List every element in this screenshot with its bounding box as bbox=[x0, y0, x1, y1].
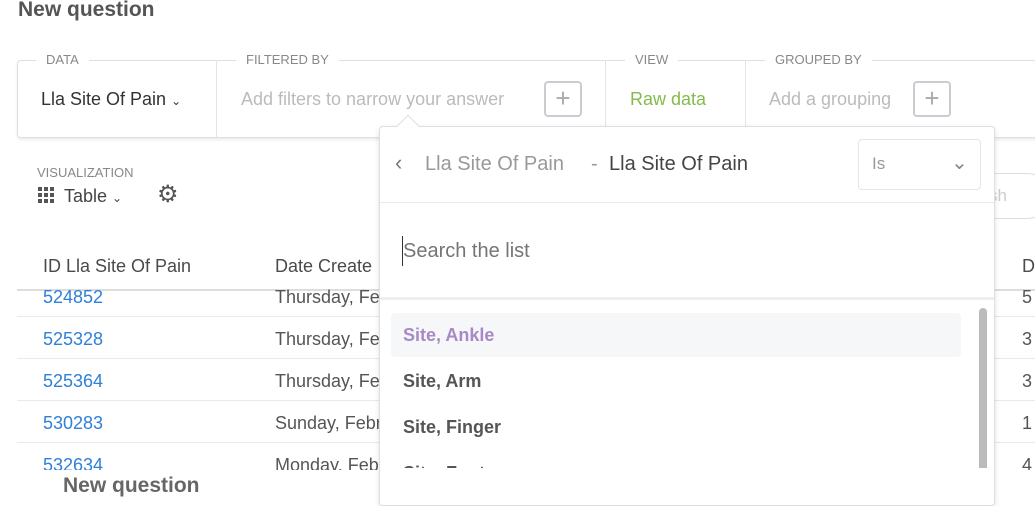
row-id-link[interactable]: 530283 bbox=[43, 413, 103, 434]
row-value: 3 bbox=[1022, 371, 1033, 391]
row-value: 3 bbox=[1022, 329, 1033, 349]
add-grouping-button[interactable]: + bbox=[913, 81, 951, 117]
popover-field-name: Lla Site Of Pain bbox=[609, 153, 748, 175]
popover-separator: - bbox=[591, 153, 598, 175]
add-filter-link[interactable]: Add filters to narrow your answer bbox=[241, 89, 504, 110]
row-id-link[interactable]: 525328 bbox=[43, 329, 103, 350]
view-selector[interactable]: Raw data bbox=[630, 89, 706, 110]
data-label: DATA bbox=[36, 52, 89, 67]
row-id-link[interactable]: 524852 bbox=[43, 287, 103, 308]
operator-select[interactable]: Is ⌄ bbox=[858, 139, 981, 190]
option-item[interactable]: Site, Foot bbox=[391, 451, 961, 468]
column-header-date-created[interactable]: Date Create bbox=[275, 256, 372, 277]
visualization-label: VISUALIZATION bbox=[37, 165, 134, 180]
operator-value: Is bbox=[872, 154, 886, 173]
back-chevron-icon[interactable]: ‹ bbox=[395, 150, 402, 176]
add-filter-button[interactable]: + bbox=[544, 81, 582, 117]
row-value: 5 bbox=[1022, 287, 1033, 307]
filter-label: FILTERED BY bbox=[236, 52, 339, 67]
option-item[interactable]: Site, Arm bbox=[391, 359, 961, 403]
visualization-value: Table bbox=[64, 186, 108, 206]
row-date: Thursday, Fe bbox=[275, 287, 380, 307]
option-item[interactable]: Site, Ankle bbox=[391, 313, 961, 357]
row-id-link[interactable]: 525364 bbox=[43, 371, 103, 392]
chevron-down-icon: ⌄ bbox=[112, 191, 123, 205]
page-title: New question bbox=[18, 0, 155, 21]
data-source-name: Lla Site Of Pain bbox=[41, 89, 167, 109]
row-value: 1 bbox=[1022, 413, 1033, 433]
group-label: GROUPED BY bbox=[765, 52, 872, 67]
chevron-down-icon: ⌄ bbox=[171, 94, 182, 108]
data-source-selector[interactable]: Lla Site Of Pain ⌄ bbox=[41, 89, 181, 110]
option-item[interactable]: Site, Finger bbox=[391, 405, 961, 449]
footer-title: New question bbox=[63, 474, 200, 497]
visualization-selector[interactable]: Table ⌄ bbox=[38, 186, 122, 207]
row-date: Thursday, Fe bbox=[275, 329, 380, 349]
view-label: VIEW bbox=[625, 52, 679, 67]
row-date: Sunday, Febr bbox=[275, 413, 380, 433]
search-list-input[interactable] bbox=[402, 236, 962, 266]
row-date: Thursday, Fe bbox=[275, 371, 380, 391]
gear-icon[interactable]: ⚙ bbox=[157, 180, 179, 209]
column-header-id[interactable]: ID Lla Site Of Pain bbox=[43, 256, 191, 277]
options-list: Site, Ankle Site, Arm Site, Finger Site,… bbox=[380, 300, 994, 468]
chevron-down-icon: ⌄ bbox=[951, 152, 968, 174]
popover-table-name[interactable]: Lla Site Of Pain bbox=[425, 153, 564, 176]
column-header-partial[interactable]: D bbox=[1022, 256, 1035, 277]
table-grid-icon bbox=[38, 187, 54, 203]
scrollbar[interactable] bbox=[979, 308, 987, 468]
add-grouping-link[interactable]: Add a grouping bbox=[769, 89, 891, 110]
